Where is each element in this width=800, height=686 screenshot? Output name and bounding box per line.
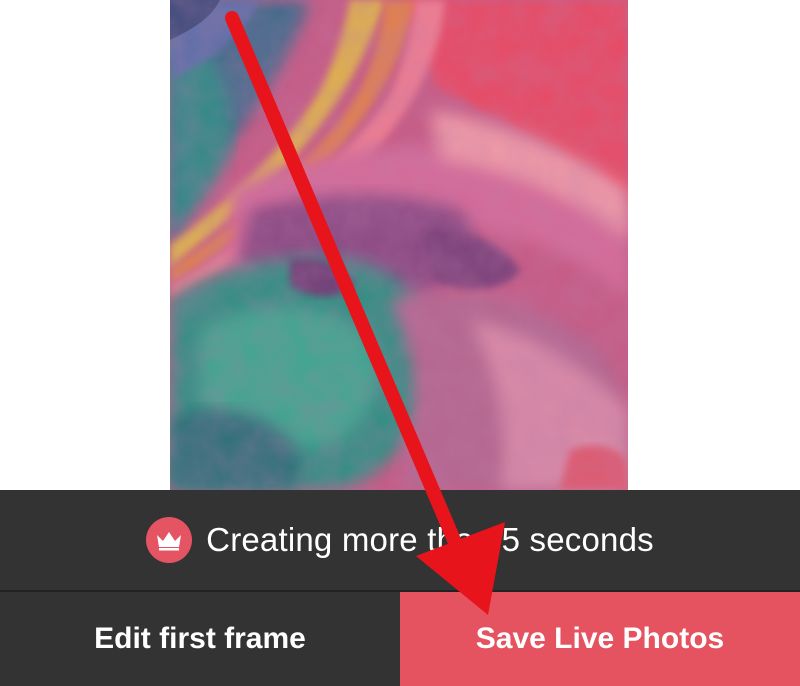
preview-area xyxy=(0,0,800,490)
save-live-photos-button[interactable]: Save Live Photos xyxy=(400,592,800,686)
edit-first-frame-button[interactable]: Edit first frame xyxy=(0,592,400,686)
crown-icon xyxy=(146,517,193,563)
premium-banner[interactable]: Creating more than 5 seconds xyxy=(0,490,800,590)
live-photo-editor-screen: Creating more than 5 seconds Edit first … xyxy=(0,0,800,686)
banner-text: Creating more than 5 seconds xyxy=(206,521,654,558)
wallpaper-preview-image xyxy=(170,0,628,490)
action-buttons: Edit first frame Save Live Photos xyxy=(0,590,800,686)
